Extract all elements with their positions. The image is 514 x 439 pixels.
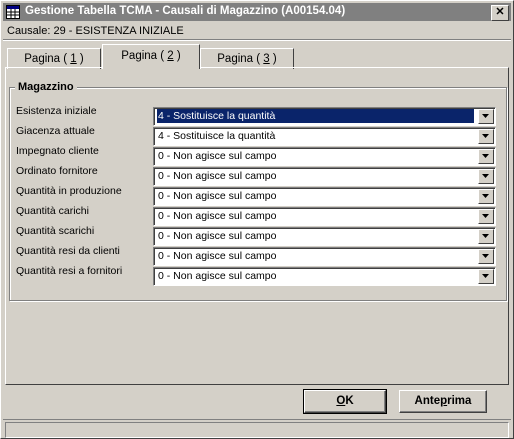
- anteprima-label-rest: rima: [447, 395, 472, 407]
- triangle-down-icon: [482, 174, 489, 178]
- select-value: 0 - Non agisce sul campo: [158, 230, 277, 242]
- group-title: Magazzino: [15, 81, 77, 93]
- causale-header: Causale: 29 - ESISTENZA INIZIALE: [7, 25, 184, 37]
- triangle-down-icon: [482, 274, 489, 278]
- tab-pagina-3[interactable]: Pagina ( 3 ): [200, 48, 294, 69]
- label-quantita-carichi: Quantità carichi: [16, 205, 89, 217]
- select-value: 0 - Non agisce sul campo: [158, 270, 277, 282]
- status-bar: [3, 419, 511, 438]
- close-icon: ✕: [495, 6, 505, 18]
- anteprima-button[interactable]: Anteprima: [399, 390, 487, 413]
- dropdown-button[interactable]: [478, 129, 494, 144]
- dropdown-button[interactable]: [478, 189, 494, 204]
- select-value: 0 - Non agisce sul campo: [158, 190, 277, 202]
- header-separator: [3, 39, 511, 41]
- tab-label-prefix: Pagina (: [24, 53, 71, 65]
- close-button[interactable]: ✕: [491, 5, 509, 21]
- tab-label-suffix: ): [76, 53, 84, 65]
- select-quantita-scarichi[interactable]: 0 - Non agisce sul campo: [153, 227, 496, 246]
- select-quantita-carichi[interactable]: 0 - Non agisce sul campo: [153, 207, 496, 226]
- dropdown-button[interactable]: [478, 249, 494, 264]
- select-value: 0 - Non agisce sul campo: [158, 150, 277, 162]
- label-quantita-scarichi: Quantità scarichi: [16, 225, 95, 237]
- select-value: 4 - Sostituisce la quantità: [157, 109, 474, 123]
- triangle-down-icon: [482, 234, 489, 238]
- tab-label-suffix: ): [269, 53, 277, 65]
- select-giacenza-attuale[interactable]: 4 - Sostituisce la quantità: [153, 127, 496, 146]
- label-giacenza-attuale: Giacenza attuale: [16, 125, 95, 137]
- select-value: 0 - Non agisce sul campo: [158, 210, 277, 222]
- ok-label-rest: K: [345, 395, 354, 407]
- table-grid-icon: [6, 5, 20, 19]
- select-quantita-resi-a-fornitori[interactable]: 0 - Non agisce sul campo: [153, 267, 496, 286]
- dialog-window: Gestione Tabella TCMA - Causali di Magaz…: [0, 0, 514, 439]
- select-value: 4 - Sostituisce la quantità: [158, 130, 276, 142]
- select-value: 0 - Non agisce sul campo: [158, 250, 277, 262]
- triangle-down-icon: [482, 214, 489, 218]
- dropdown-button[interactable]: [478, 229, 494, 244]
- select-quantita-resi-da-clienti[interactable]: 0 - Non agisce sul campo: [153, 247, 496, 266]
- select-esistenza-iniziale[interactable]: 4 - Sostituisce la quantità: [153, 107, 496, 126]
- status-pane: [5, 422, 509, 438]
- tab-pagina-1[interactable]: Pagina ( 1 ): [7, 48, 101, 69]
- tab-label-suffix: ): [173, 50, 181, 62]
- select-value: 0 - Non agisce sul campo: [158, 170, 277, 182]
- label-quantita-resi-da-clienti: Quantità resi da clienti: [16, 245, 120, 257]
- label-quantita-in-produzione: Quantità in produzione: [16, 185, 122, 197]
- tab-label-prefix: Pagina (: [217, 53, 264, 65]
- ok-accelerator: O: [336, 395, 346, 407]
- dropdown-button[interactable]: [478, 209, 494, 224]
- triangle-down-icon: [482, 154, 489, 158]
- dropdown-button[interactable]: [478, 109, 494, 124]
- label-quantita-resi-a-fornitori: Quantità resi a fornitori: [16, 265, 123, 277]
- select-ordinato-fornitore[interactable]: 0 - Non agisce sul campo: [153, 167, 496, 186]
- anteprima-label-pre: Ante: [414, 395, 441, 407]
- label-esistenza-iniziale: Esistenza iniziale: [16, 105, 97, 117]
- select-impegnato-cliente[interactable]: 0 - Non agisce sul campo: [153, 147, 496, 166]
- triangle-down-icon: [482, 254, 489, 258]
- tab-pagina-2[interactable]: Pagina ( 2 ): [102, 44, 200, 69]
- triangle-down-icon: [482, 134, 489, 138]
- dropdown-button[interactable]: [478, 269, 494, 284]
- select-quantita-in-produzione[interactable]: 0 - Non agisce sul campo: [153, 187, 496, 206]
- label-ordinato-fornitore: Ordinato fornitore: [16, 165, 98, 177]
- dropdown-button[interactable]: [478, 149, 494, 164]
- label-impegnato-cliente: Impegnato cliente: [16, 145, 99, 157]
- window-title: Gestione Tabella TCMA - Causali di Magaz…: [25, 5, 346, 17]
- triangle-down-icon: [482, 114, 489, 118]
- tab-label-prefix: Pagina (: [121, 50, 168, 62]
- triangle-down-icon: [482, 194, 489, 198]
- ok-button[interactable]: OK: [303, 389, 387, 414]
- dropdown-button[interactable]: [478, 169, 494, 184]
- title-bar[interactable]: Gestione Tabella TCMA - Causali di Magaz…: [3, 3, 511, 21]
